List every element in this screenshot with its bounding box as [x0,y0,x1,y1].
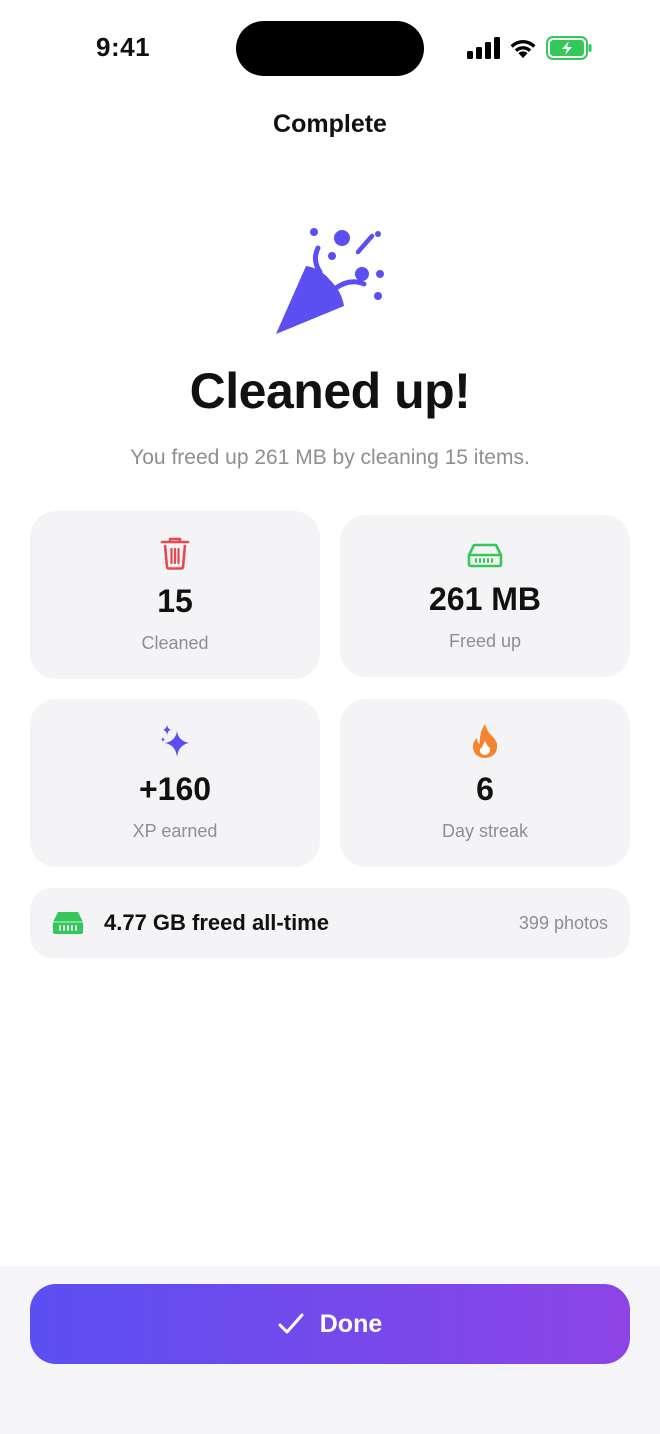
nav-title: Complete [273,110,387,138]
battery-charging-icon [546,36,592,60]
done-button[interactable]: Done [30,1284,630,1364]
stat-card-day-streak: 6 Day streak [340,699,630,867]
flame-icon [472,724,498,758]
stat-card-xp-earned: +160 XP earned [30,699,320,867]
stat-label: Freed up [448,631,522,651]
dynamic-island [236,21,424,76]
stat-value: 6 [476,771,494,807]
stat-card-freed-up: 261 MB Freed up [340,515,630,677]
alltime-photos: 399 photos [518,913,608,933]
headline: Cleaned up! [189,363,471,419]
stat-value: 261 MB [428,581,542,617]
sparkles-icon [161,725,189,757]
stat-card-cleaned: 15 Cleaned [30,511,320,679]
stat-value: 15 [157,583,193,619]
cellular-signal-icon [467,37,500,59]
stat-label: Cleaned [141,633,209,653]
status-bar: 9:41 [0,0,660,96]
alltime-text: 4.77 GB freed all-time [104,910,329,935]
footer: Done [0,1266,660,1434]
checkmark-icon [278,1313,304,1334]
storage-icon [467,543,503,568]
status-time: 9:41 [96,32,151,62]
stat-label: Day streak [441,821,529,841]
alltime-summary: 4.77 GB freed all-time 399 photos [30,888,630,958]
storage-icon [53,912,83,934]
party-popper-icon [276,228,384,334]
stat-label: XP earned [132,821,218,841]
done-label: Done [319,1309,383,1338]
wifi-icon [510,39,536,58]
trash-icon [160,537,190,570]
subtitle: You freed up 261 MB by cleaning 15 items… [130,446,530,469]
stat-value: +160 [138,771,212,807]
status-icons [466,34,592,62]
